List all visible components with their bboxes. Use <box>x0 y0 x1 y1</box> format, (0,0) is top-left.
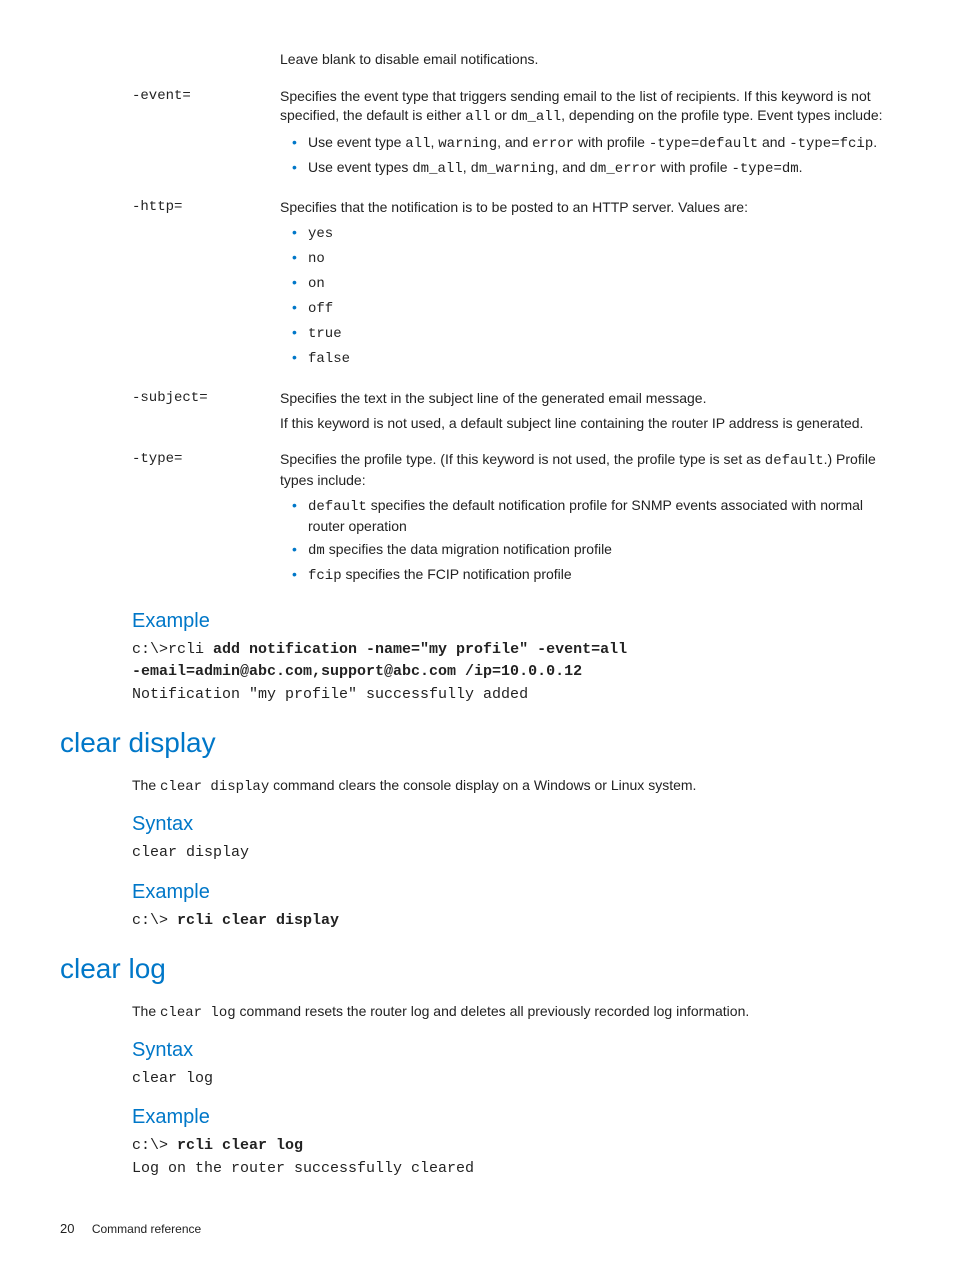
list-item: dm specifies the data migration notifica… <box>296 540 884 561</box>
list-item: fcip specifies the FCIP notification pro… <box>296 565 884 586</box>
list-item: on <box>296 273 884 294</box>
clear-log-heading: clear log <box>60 950 894 988</box>
example1-heading: Example <box>132 608 894 635</box>
param-http: -http= Specifies that the notification i… <box>60 198 894 376</box>
list-item: off <box>296 298 884 319</box>
param-type-desc: Specifies the profile type. (If this key… <box>280 450 884 490</box>
param-event: -event= Specifies the event type that tr… <box>60 87 894 187</box>
param-type-bullets: default specifies the default notificati… <box>280 496 884 586</box>
clear-display-syntax-h: Syntax <box>132 811 894 838</box>
param-http-desc: Specifies that the notification is to be… <box>280 198 884 217</box>
param-http-key: -http= <box>60 198 280 376</box>
clear-log-example-h: Example <box>132 1104 894 1131</box>
example1-code: c:\>rcli add notification -name="my prof… <box>132 639 894 707</box>
page-footer: 20 Command reference <box>60 1220 894 1238</box>
clear-display-desc: The clear display command clears the con… <box>132 776 894 797</box>
page-number: 20 <box>60 1220 74 1238</box>
param-http-values: yes no on off true false <box>280 223 884 368</box>
list-item: default specifies the default notificati… <box>296 496 884 536</box>
clear-display-syntax: clear display <box>132 842 894 865</box>
param-type-key: -type= <box>60 450 280 593</box>
param-event-desc: Specifies the event type that triggers s… <box>280 87 884 127</box>
param-subject-l1: Specifies the text in the subject line o… <box>280 389 884 408</box>
param-type: -type= Specifies the profile type. (If t… <box>60 450 894 593</box>
clear-display-heading: clear display <box>60 724 894 762</box>
param-subject: -subject= Specifies the text in the subj… <box>60 389 894 439</box>
clear-log-syntax: clear log <box>132 1068 894 1091</box>
list-item: false <box>296 348 884 369</box>
list-item: Use event types dm_all, dm_warning, and … <box>296 158 884 179</box>
footer-title: Command reference <box>92 1222 201 1236</box>
param-subject-key: -subject= <box>60 389 280 439</box>
param-event-bullets: Use event type all, warning, and error w… <box>280 133 884 179</box>
clear-log-example: c:\> rcli clear log Log on the router su… <box>132 1135 894 1180</box>
clear-display-example-h: Example <box>132 879 894 906</box>
list-item: no <box>296 248 884 269</box>
clear-log-desc: The clear log command resets the router … <box>132 1002 894 1023</box>
clear-display-example: c:\> rcli clear display <box>132 910 894 933</box>
clear-log-syntax-h: Syntax <box>132 1037 894 1064</box>
list-item: true <box>296 323 884 344</box>
param-blank-note: Leave blank to disable email notificatio… <box>60 50 894 75</box>
list-item: yes <box>296 223 884 244</box>
param-event-key: -event= <box>60 87 280 187</box>
param-subject-l2: If this keyword is not used, a default s… <box>280 414 884 433</box>
list-item: Use event type all, warning, and error w… <box>296 133 884 154</box>
blank-note-text: Leave blank to disable email notificatio… <box>280 50 884 69</box>
